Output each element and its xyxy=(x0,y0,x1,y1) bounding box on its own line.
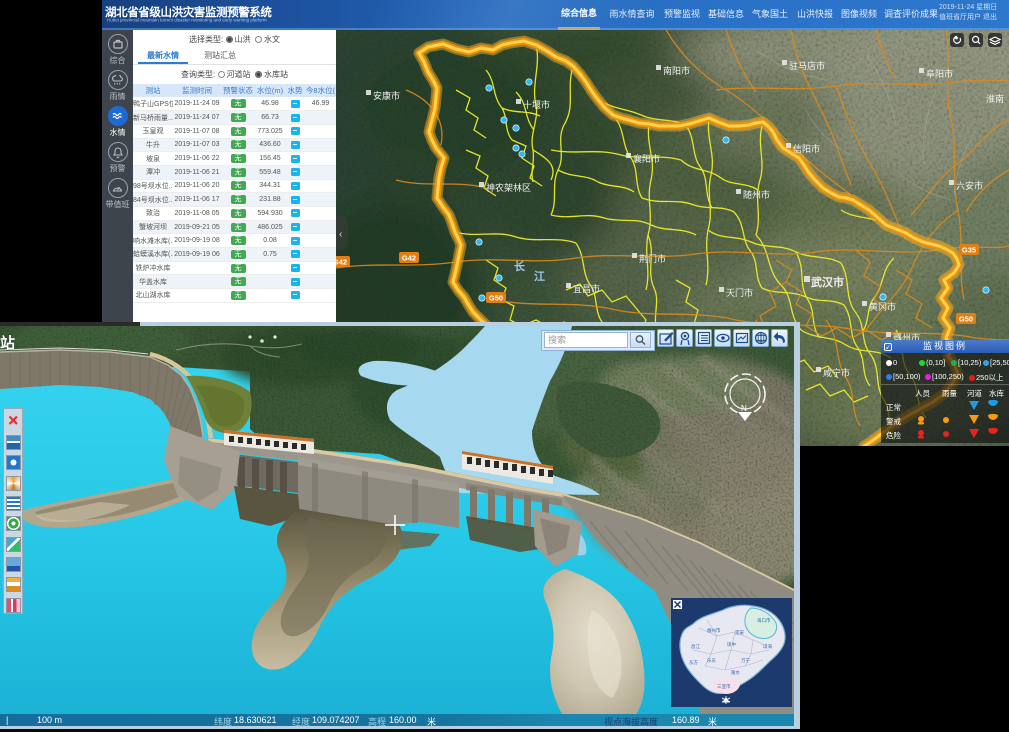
svg-text:江: 江 xyxy=(534,269,545,283)
svg-text:琼中: 琼中 xyxy=(727,641,736,648)
svg-text:神农架林区: 神农架林区 xyxy=(486,182,531,193)
svg-text:驻马店市: 驻马店市 xyxy=(789,60,825,71)
svg-text:天门市: 天门市 xyxy=(726,287,753,298)
svg-text:咸宁市: 咸宁市 xyxy=(823,367,850,378)
svg-text:乐东: 乐东 xyxy=(707,657,716,663)
svg-text:淮南: 淮南 xyxy=(986,93,1004,104)
svg-text:G42: G42 xyxy=(336,258,347,267)
svg-text:荆门市: 荆门市 xyxy=(639,253,666,264)
svg-text:G42: G42 xyxy=(402,254,416,263)
svg-text:信阳市: 信阳市 xyxy=(793,143,820,154)
svg-text:三亚市: 三亚市 xyxy=(717,683,731,690)
svg-text:昌江: 昌江 xyxy=(691,643,700,650)
svg-text:N: N xyxy=(741,404,747,413)
svg-text:站: 站 xyxy=(0,334,15,352)
svg-text:随州市: 随州市 xyxy=(743,189,770,200)
svg-text:儋州市: 儋州市 xyxy=(707,627,721,634)
svg-text:定安: 定安 xyxy=(735,629,744,636)
svg-text:东方: 东方 xyxy=(689,659,698,666)
svg-text:G35: G35 xyxy=(962,246,976,255)
svg-text:六安市: 六安市 xyxy=(956,180,983,191)
svg-text:‹: ‹ xyxy=(339,229,342,240)
svg-text:万宁: 万宁 xyxy=(741,657,750,664)
svg-text:安康市: 安康市 xyxy=(373,90,400,101)
svg-text:武汉市: 武汉市 xyxy=(811,275,844,289)
svg-text:襄阳市: 襄阳市 xyxy=(633,153,660,164)
svg-text:南阳市: 南阳市 xyxy=(663,65,690,76)
svg-text:琼海: 琼海 xyxy=(763,643,772,650)
svg-text:黄冈市: 黄冈市 xyxy=(869,301,896,312)
svg-text:G50: G50 xyxy=(489,294,503,303)
svg-text:阜阳市: 阜阳市 xyxy=(926,68,953,79)
svg-text:十堰市: 十堰市 xyxy=(523,99,550,110)
svg-text:海口市: 海口市 xyxy=(757,617,771,624)
svg-text:G50: G50 xyxy=(959,315,973,324)
svg-text:宜昌市: 宜昌市 xyxy=(573,283,600,294)
svg-text:长: 长 xyxy=(514,259,526,273)
svg-text:陵水: 陵水 xyxy=(731,669,740,676)
